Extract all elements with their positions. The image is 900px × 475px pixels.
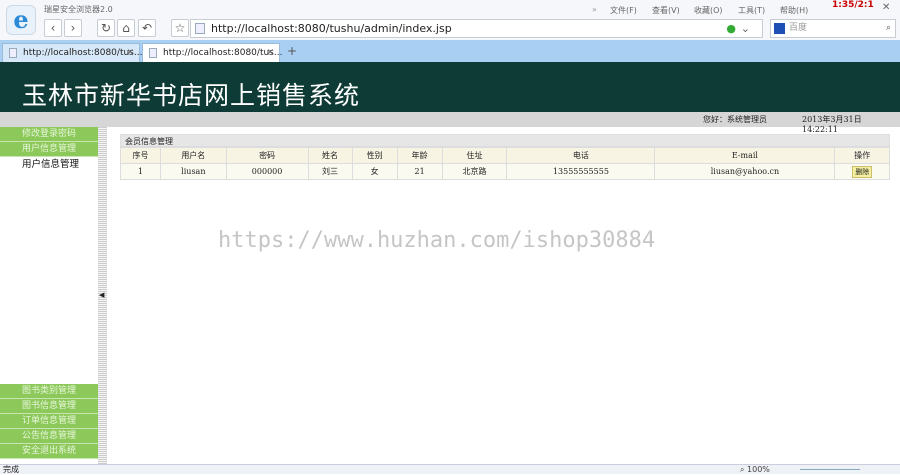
col-header: 密码 xyxy=(225,147,309,164)
page-icon xyxy=(9,48,17,58)
browser-toolbar: e 瑞星安全浏览器2.0 ‹ › ↻ ⌂ ↶ ☆ http://localhos… xyxy=(0,0,900,40)
cell-action: 删除 xyxy=(834,163,890,180)
menu-help[interactable]: 帮助(H) xyxy=(780,5,808,16)
baidu-icon xyxy=(774,23,785,34)
cell-username: liusan xyxy=(160,163,227,180)
cell-gender: 女 xyxy=(351,163,398,180)
datetime: 2013年3月31日 14:22:11 xyxy=(802,115,862,134)
table-header: 序号 用户名 密码 姓名 性别 年龄 住址 电话 E-mail 操作 xyxy=(120,147,890,164)
tab-label: http://localhost:8080/tus... xyxy=(23,48,143,58)
url-text: http://localhost:8080/tushu/admin/index.… xyxy=(211,22,452,35)
cell-email: liusan@yahoo.cn xyxy=(654,163,836,180)
refresh-button[interactable]: ↻ xyxy=(97,19,115,37)
menu-favorites[interactable]: 收藏(O) xyxy=(694,5,723,16)
tab-bar: http://localhost:8080/tus... ✕ http://loc… xyxy=(0,40,900,62)
col-header: 年龄 xyxy=(396,147,443,164)
sidebar-item-change-password[interactable]: 修改登录密码 xyxy=(0,127,98,142)
menu-tools[interactable]: 工具(T) xyxy=(738,5,765,16)
tab-1[interactable]: http://localhost:8080/tus... ✕ xyxy=(2,43,143,63)
address-bar[interactable]: http://localhost:8080/tushu/admin/index.… xyxy=(190,19,763,38)
col-header: 住址 xyxy=(441,147,508,164)
cell-name: 刘三 xyxy=(307,163,353,180)
panel-title: 会员信息管理 xyxy=(120,134,890,147)
sidebar-item-book-info[interactable]: 图书信息管理 xyxy=(0,399,98,414)
cell-address: 北京路 xyxy=(441,163,508,180)
overflow-icon[interactable]: » xyxy=(592,5,597,14)
sidebar-subitem-user-info[interactable]: 用户信息管理 xyxy=(0,157,98,173)
col-header: 姓名 xyxy=(307,147,353,164)
watermark: https://www.huzhan.com/ishop30884 xyxy=(218,228,656,253)
home-button[interactable]: ⌂ xyxy=(117,19,135,37)
browser-title: 瑞星安全浏览器2.0 xyxy=(44,5,113,14)
zoom-slider[interactable] xyxy=(800,469,860,470)
col-header: 用户名 xyxy=(160,147,227,164)
table-row: 1 liusan 000000 刘三 女 21 北京路 13555555555 … xyxy=(120,163,890,180)
greeting: 您好：系统管理员 xyxy=(703,115,767,124)
menu-view[interactable]: 查看(V) xyxy=(652,5,680,16)
member-table: 序号 用户名 密码 姓名 性别 年龄 住址 电话 E-mail 操作 1 liu… xyxy=(120,147,890,180)
col-header: E-mail xyxy=(654,147,836,164)
forward-button[interactable]: › xyxy=(64,19,82,37)
col-header: 操作 xyxy=(834,147,890,164)
page-icon xyxy=(149,48,157,58)
collapse-arrow-icon[interactable]: ◀ xyxy=(99,291,104,299)
sidebar-splitter[interactable]: ◀ xyxy=(98,127,107,464)
chevron-down-icon[interactable]: ⌄ xyxy=(741,20,750,37)
zoom-value: 100% xyxy=(747,465,770,474)
delete-button[interactable]: 删除 xyxy=(852,165,873,178)
sidebar-item-book-category[interactable]: 图书类别管理 xyxy=(0,384,98,399)
cell-age: 21 xyxy=(396,163,443,180)
page-icon xyxy=(195,23,205,34)
col-header: 电话 xyxy=(506,147,656,164)
sidebar: 修改登录密码 用户信息管理 用户信息管理 图书类别管理 图书信息管理 订单信息管… xyxy=(0,127,98,464)
search-input[interactable]: 百度 ⌕ xyxy=(770,19,896,38)
sidebar-item-orders[interactable]: 订单信息管理 xyxy=(0,414,98,429)
tab-label: http://localhost:8080/tus... xyxy=(163,48,283,58)
close-tab-icon[interactable]: ✕ xyxy=(266,44,274,63)
close-window-icon[interactable]: ✕ xyxy=(882,2,890,13)
close-tab-icon[interactable]: ✕ xyxy=(126,44,134,63)
user-info-bar: 您好：系统管理员 2013年3月31日 14:22:11 xyxy=(0,112,900,134)
col-header: 序号 xyxy=(120,147,161,164)
undo-button[interactable]: ↶ xyxy=(138,19,156,37)
back-button[interactable]: ‹ xyxy=(44,19,62,37)
col-header: 性别 xyxy=(351,147,398,164)
menu-file[interactable]: 文件(F) xyxy=(610,5,637,16)
cell-password: 000000 xyxy=(225,163,309,180)
site-banner: 玉林市新华书店网上销售系统 xyxy=(0,62,900,112)
status-bar: 完成 ⌕ 100% xyxy=(0,464,900,474)
tab-2[interactable]: http://localhost:8080/tus... ✕ xyxy=(142,43,283,63)
search-placeholder: 百度 xyxy=(789,23,808,33)
shield-icon: ● xyxy=(726,22,736,35)
cell-id: 1 xyxy=(120,163,161,180)
clock-overlay: 1:35/2:1 xyxy=(832,0,874,10)
cell-phone: 13555555555 xyxy=(506,163,656,180)
sidebar-item-notices[interactable]: 公告信息管理 xyxy=(0,429,98,444)
sidebar-item-user-management[interactable]: 用户信息管理 xyxy=(0,142,98,157)
sidebar-item-logout[interactable]: 安全退出系统 xyxy=(0,444,98,459)
new-tab-button[interactable]: + xyxy=(287,44,297,58)
status-text: 完成 xyxy=(3,465,19,474)
browser-logo-icon: e xyxy=(6,5,36,35)
favorite-star-button[interactable]: ☆ xyxy=(171,19,189,37)
member-panel: 会员信息管理 序号 用户名 密码 姓名 性别 年龄 住址 电话 E-mail 操… xyxy=(120,134,890,180)
search-icon[interactable]: ⌕ xyxy=(886,20,891,37)
